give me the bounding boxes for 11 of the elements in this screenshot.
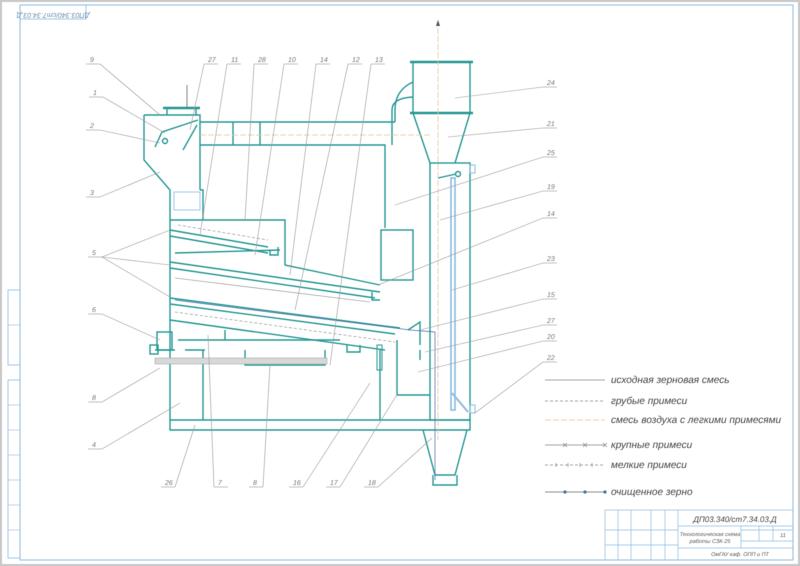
legend-label: мелкие примеси [611, 460, 687, 471]
legend-label: смесь воздуха с легкими примесями [611, 415, 782, 426]
legend-line [544, 400, 606, 402]
legend-label: крупные примеси [611, 440, 692, 451]
legend-label: грубые примеси [611, 396, 688, 407]
drawing-designation: ДП03.340/ст7.34.03.Д [693, 515, 777, 524]
legend-line [544, 442, 608, 448]
legend-line [544, 490, 607, 494]
legend-line [544, 462, 606, 468]
legend-label: исходная зерновая смесь [611, 375, 730, 386]
legend-label: очищенное зерно [611, 487, 693, 498]
